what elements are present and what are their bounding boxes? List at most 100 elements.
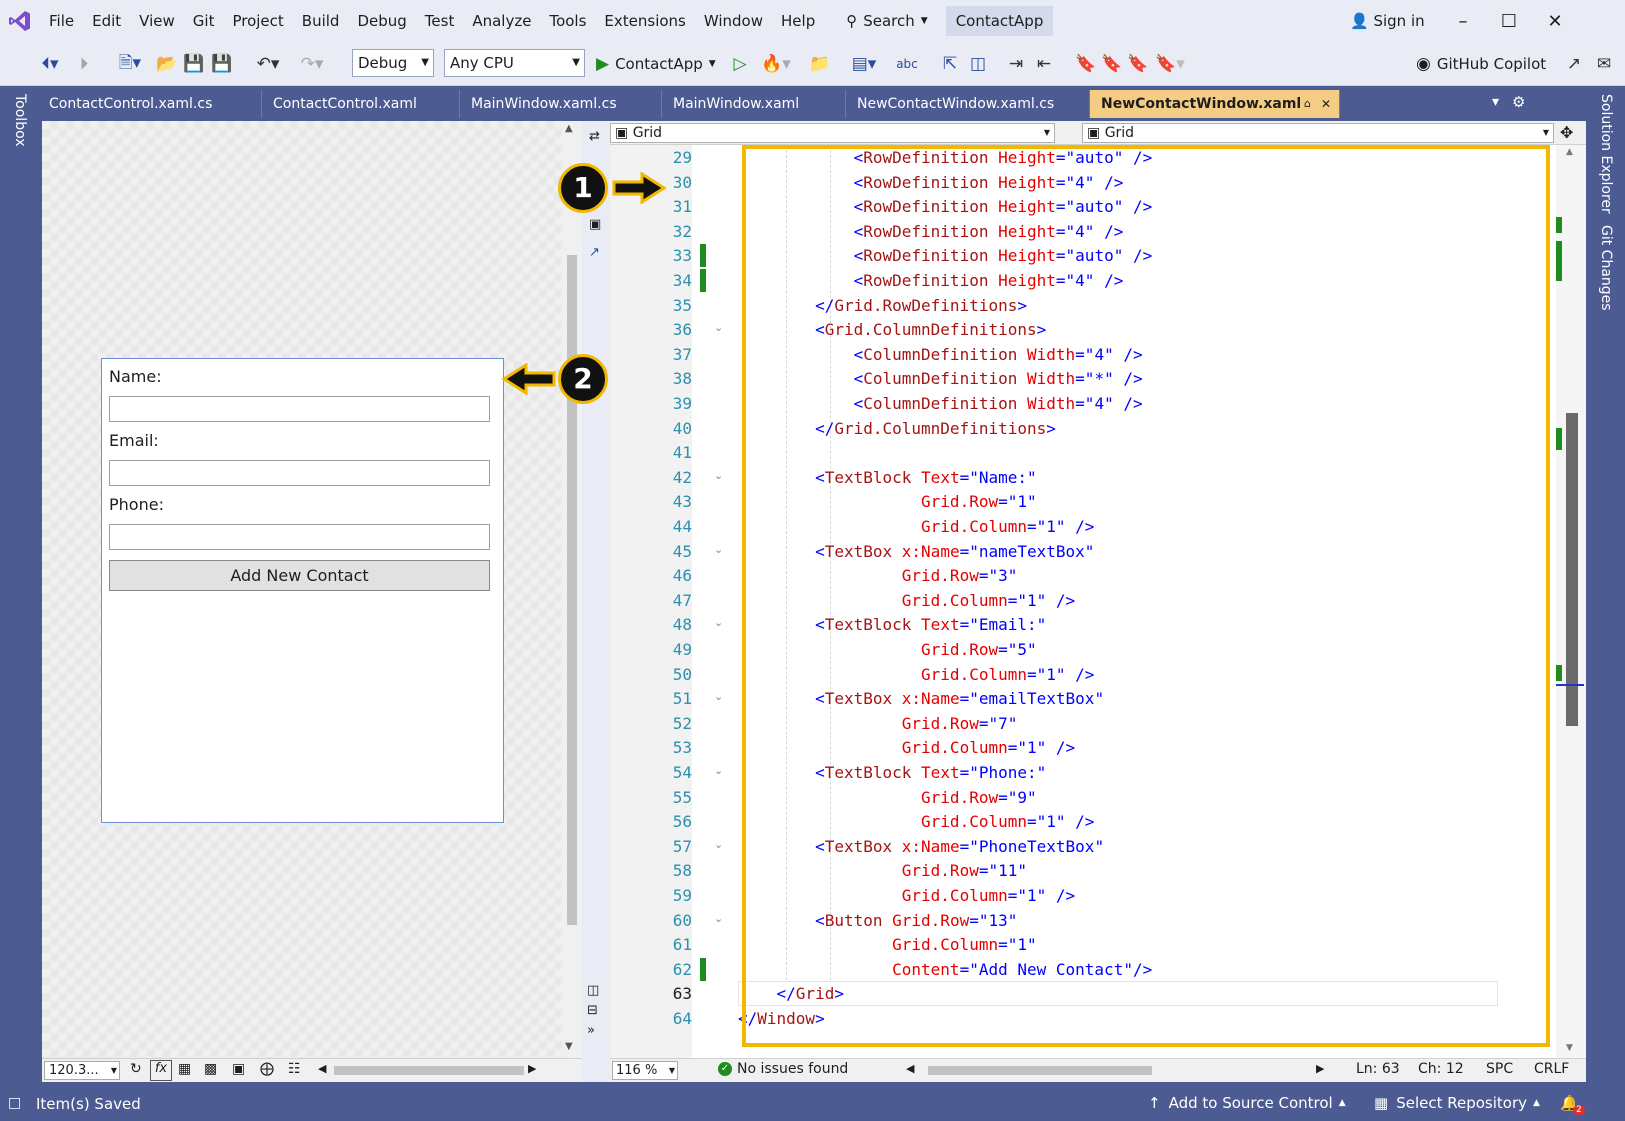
editor-scroll-thumb[interactable]: [1566, 413, 1578, 726]
search-button[interactable]: ⚲ Search ▼: [838, 6, 935, 36]
undo-icon[interactable]: ↶▾: [248, 52, 288, 76]
menu-tools[interactable]: Tools: [540, 0, 595, 42]
spellcheck-icon[interactable]: abc: [894, 52, 920, 76]
tab-list-dropdown-icon[interactable]: ▾: [1492, 94, 1499, 110]
scroll-right-icon[interactable]: ▶: [528, 1062, 536, 1075]
scroll-right-icon[interactable]: ▶: [1316, 1062, 1324, 1075]
designer-horizontal-scroll-thumb[interactable]: [334, 1066, 524, 1075]
refresh-icon[interactable]: ↻: [130, 1061, 142, 1077]
menu-project[interactable]: Project: [223, 0, 292, 42]
line-indicator[interactable]: Ln: 63: [1356, 1061, 1400, 1077]
menu-extensions[interactable]: Extensions: [595, 0, 694, 42]
new-project-icon[interactable]: 🗎▾: [112, 52, 148, 76]
fold-chevron-icon[interactable]: ⌄: [714, 321, 723, 334]
gear-icon[interactable]: ⚙: [1512, 93, 1525, 111]
add-to-source-control-button[interactable]: ↑ Add to Source Control ▲: [1148, 1094, 1346, 1112]
redo-icon[interactable]: ↷▾: [292, 52, 332, 76]
select-repository-button[interactable]: ▦ Select Repository ▲: [1374, 1094, 1540, 1112]
hot-reload-icon[interactable]: 🔥▾: [758, 52, 794, 76]
designer-zoom-select[interactable]: 120.3... ▼: [44, 1061, 120, 1080]
notifications-button[interactable]: 🔔 2: [1560, 1094, 1585, 1115]
close-tab-icon[interactable]: ✕: [1321, 90, 1331, 118]
configuration-select[interactable]: Debug ▼: [352, 49, 434, 77]
swap-panes-icon[interactable]: ⇄: [589, 129, 600, 144]
issues-indicator[interactable]: ✓ No issues found: [718, 1061, 848, 1077]
grid-icon[interactable]: ▦: [178, 1061, 191, 1077]
back-icon[interactable]: ⏴▾: [30, 52, 70, 76]
background-icon[interactable]: ▣: [232, 1061, 245, 1077]
column-indicator[interactable]: Ch: 12: [1418, 1061, 1464, 1077]
menu-git[interactable]: Git: [184, 0, 224, 42]
minimize-button[interactable]: –: [1440, 0, 1486, 42]
prev-bookmark-icon[interactable]: 🔖: [1100, 52, 1124, 76]
menu-debug[interactable]: Debug: [348, 0, 415, 42]
scope-select-right[interactable]: ▣ Grid ▼: [1082, 123, 1554, 143]
fold-chevron-icon[interactable]: ⌄: [714, 690, 723, 703]
scroll-left-icon[interactable]: ◀: [906, 1062, 914, 1075]
forward-icon[interactable]: ⏵: [72, 52, 96, 76]
tab-contactcontrol-xaml-cs[interactable]: ContactControl.xaml.cs: [38, 90, 262, 118]
editor-vertical-scrollbar[interactable]: ▲ ▼: [1556, 145, 1586, 1058]
split-editor-icon[interactable]: ✥: [1560, 123, 1573, 142]
toolbox-tab[interactable]: Toolbox: [12, 94, 28, 147]
open-folder-icon[interactable]: 📂: [155, 52, 179, 76]
menu-edit[interactable]: Edit: [83, 0, 130, 42]
fx-effects-button[interactable]: fx: [150, 1060, 172, 1081]
scroll-up-icon[interactable]: ▲: [565, 123, 573, 134]
menu-build[interactable]: Build: [293, 0, 349, 42]
tab-mainwindow-xaml-cs[interactable]: MainWindow.xaml.cs: [460, 90, 662, 118]
outdent-icon[interactable]: ⇤: [1032, 52, 1056, 76]
editor-horizontal-scroll-thumb[interactable]: [928, 1066, 1152, 1075]
fold-chevron-icon[interactable]: ⌄: [714, 616, 723, 629]
scope-select-left[interactable]: ▣ Grid ▼: [610, 123, 1055, 143]
tab-newcontactwindow-xaml-cs[interactable]: NewContactWindow.xaml.cs: [846, 90, 1090, 118]
pin-icon[interactable]: ⌂: [1304, 90, 1311, 118]
menu-view[interactable]: View: [130, 0, 184, 42]
output-icon[interactable]: □: [8, 1095, 21, 1111]
share-icon[interactable]: ↗: [1562, 52, 1586, 76]
cursor-icon[interactable]: ⇱: [938, 52, 962, 76]
maximize-button[interactable]: ☐: [1486, 0, 1532, 42]
visual-studio-logo[interactable]: [0, 0, 40, 42]
editor-zoom-select[interactable]: 116 % ▼: [612, 1061, 678, 1080]
start-without-debugging-icon[interactable]: ▷: [728, 52, 752, 76]
popout-icon[interactable]: ↗: [589, 245, 600, 260]
scroll-left-icon[interactable]: ◀: [318, 1062, 326, 1075]
bookmark-icon[interactable]: 🔖: [1074, 52, 1098, 76]
menu-help[interactable]: Help: [772, 0, 824, 42]
tab-newcontactwindow-xaml[interactable]: NewContactWindow.xaml ⌂ ✕: [1090, 90, 1340, 118]
fold-chevron-icon[interactable]: ⌄: [714, 764, 723, 777]
line-ending-indicator[interactable]: CRLF: [1534, 1061, 1569, 1077]
email-textbox[interactable]: [109, 460, 490, 486]
snap-grid-icon[interactable]: ▩: [204, 1061, 217, 1077]
whitespace-indicator[interactable]: SPC: [1486, 1061, 1513, 1077]
solution-explorer-tab[interactable]: Solution Explorer: [1598, 94, 1614, 214]
menu-analyze[interactable]: Analyze: [463, 0, 540, 42]
fold-chevron-icon[interactable]: ⌄: [714, 543, 723, 556]
next-bookmark-icon[interactable]: 🔖: [1126, 52, 1150, 76]
snap-lines-icon[interactable]: ⨁: [260, 1061, 274, 1077]
wpf-window-preview[interactable]: Name: Email: Phone: Add New Contact: [101, 358, 504, 823]
menu-window[interactable]: Window: [695, 0, 772, 42]
designer-vertical-scrollbar[interactable]: ▲ ▼: [562, 121, 582, 1058]
fold-chevron-icon[interactable]: ⌄: [714, 912, 723, 925]
indent-icon[interactable]: ⇥: [1004, 52, 1028, 76]
tab-mainwindow-xaml[interactable]: MainWindow.xaml: [662, 90, 846, 118]
sign-in-button[interactable]: 👤 Sign in: [1350, 0, 1425, 42]
tab-contactcontrol-xaml[interactable]: ContactControl.xaml: [262, 90, 460, 118]
layout-icon[interactable]: ▤▾: [846, 52, 882, 76]
save-all-icon[interactable]: 💾: [210, 52, 234, 76]
clear-bookmarks-icon[interactable]: 🔖▾: [1152, 52, 1188, 76]
scroll-down-icon[interactable]: ▼: [1566, 1043, 1573, 1053]
menu-file[interactable]: File: [40, 0, 83, 42]
github-copilot-button[interactable]: ◉ GitHub Copilot: [1416, 52, 1566, 76]
horizontal-split-icon[interactable]: ⊟: [587, 1003, 598, 1018]
scroll-up-icon[interactable]: ▲: [1566, 147, 1573, 157]
phone-textbox[interactable]: [109, 524, 490, 550]
platform-select[interactable]: Any CPU ▼: [444, 49, 585, 77]
name-textbox[interactable]: [109, 396, 490, 422]
menu-test[interactable]: Test: [416, 0, 464, 42]
fold-chevron-icon[interactable]: ⌄: [714, 838, 723, 851]
vertical-split-icon[interactable]: ◫: [587, 983, 599, 998]
close-button[interactable]: ✕: [1532, 0, 1578, 42]
